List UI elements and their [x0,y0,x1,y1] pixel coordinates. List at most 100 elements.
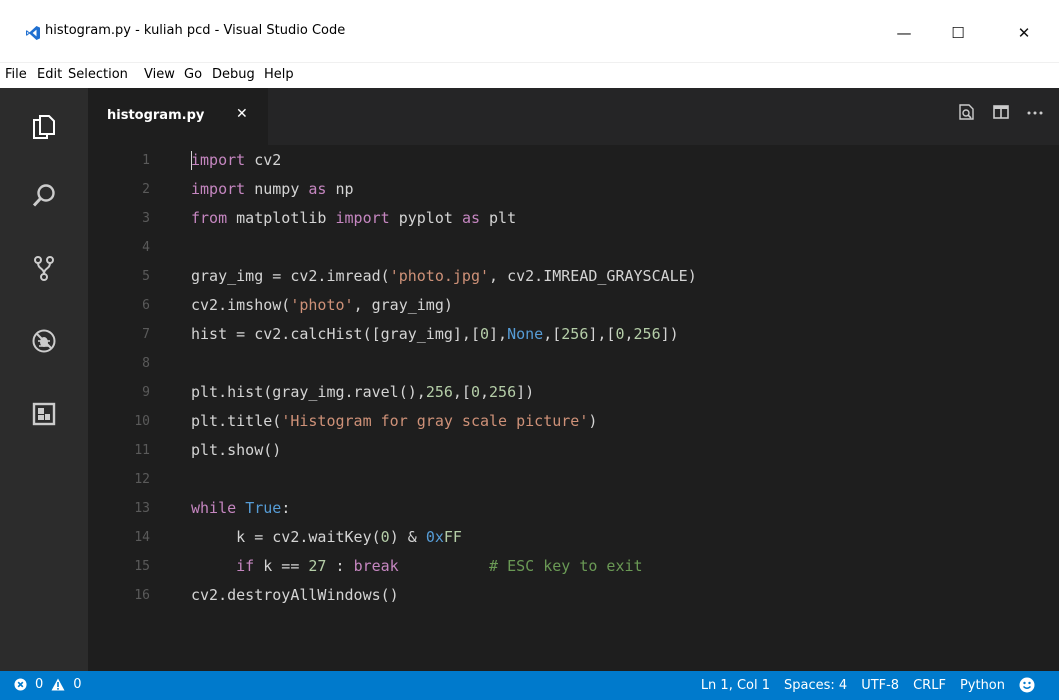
cursor-position[interactable]: Ln 1, Col 1 [701,678,770,693]
code-token: plt.show() [191,441,282,459]
files-icon[interactable] [24,106,64,146]
code-token: 256 [561,325,589,343]
line-number: 4 [142,240,150,255]
split-editor-icon[interactable] [991,102,1011,122]
code-line[interactable]: 13 while True: [88,494,1059,523]
code-token: # ESC key to exit [489,557,643,575]
code-line[interactable]: 9 plt.hist(gray_img.ravel(),256,[0,256]) [88,378,1059,407]
search-icon[interactable] [24,176,64,216]
more-actions-icon[interactable] [1025,102,1045,122]
line-number: 5 [142,269,150,284]
line-number: 6 [142,298,150,313]
code-line[interactable]: 2 import numpy as np [88,175,1059,204]
code-line[interactable]: 3 from matplotlib import pyplot as plt [88,204,1059,233]
code-text: plt.title('Histogram for gray scale pict… [191,407,597,436]
extensions-icon[interactable] [24,394,64,434]
status-bar: 0 0 Ln 1, Col 1 Spaces: 4 UTF-8 CRLF Pyt… [0,671,1059,700]
problems-status[interactable]: 0 0 [14,677,82,692]
editor-actions [957,102,1045,122]
debug-icon[interactable] [24,321,64,361]
code-line[interactable]: 12 [88,465,1059,494]
line-ending[interactable]: CRLF [913,678,946,693]
code-token: : [326,557,354,575]
code-token: plt.title( [191,412,282,430]
code-line[interactable]: 8 [88,349,1059,378]
code-token: pyplot [389,209,462,227]
menu-go[interactable]: Go [184,67,202,82]
tab-histogram-py[interactable]: histogram.py ✕ [88,88,268,145]
code-line[interactable]: 15 if k == 27 : break # ESC key to exit [88,552,1059,581]
feedback-smiley-icon[interactable] [1019,677,1035,693]
code-text: k = cv2.waitKey(0) & 0xFF [191,523,462,552]
code-text: import numpy as np [191,175,354,204]
code-token: 'photo.jpg' [389,267,490,285]
code-line[interactable]: 14 k = cv2.waitKey(0) & 0xFF [88,523,1059,552]
tab-label: histogram.py [107,108,205,123]
menu-file[interactable]: File [5,67,27,82]
code-line[interactable]: 6 cv2.imshow('photo', gray_img) [88,291,1059,320]
code-token: cv2.destroyAllWindows() [191,586,399,604]
code-line[interactable]: 1 import cv2 [88,146,1059,175]
code-token: from [191,209,228,227]
line-number: 7 [142,327,150,342]
menu-view[interactable]: View [144,67,175,82]
code-line[interactable]: 16 cv2.destroyAllWindows() [88,581,1059,610]
code-text: while True: [191,494,290,523]
line-number: 2 [142,182,150,197]
code-token: k == [254,557,309,575]
code-token: 'Histogram for gray scale picture' [281,412,589,430]
status-right: Ln 1, Col 1 Spaces: 4 UTF-8 CRLF Python [701,677,1035,693]
code-line[interactable]: 5 gray_img = cv2.imread('photo.jpg', cv2.… [88,262,1059,291]
code-token: 27 [308,557,327,575]
line-number: 9 [142,385,150,400]
encoding[interactable]: UTF-8 [861,678,899,693]
code-line[interactable]: 10 plt.title('Histogram for gray scale pi… [88,407,1059,436]
line-number: 16 [134,588,150,603]
menu-help[interactable]: Help [264,67,294,82]
line-number: 1 [142,153,150,168]
code-line[interactable]: 11 plt.show() [88,436,1059,465]
code-token: gray_img = cv2.imread( [191,267,390,285]
close-tab-icon[interactable]: ✕ [236,106,248,122]
maximize-button[interactable]: ☐ [938,15,978,51]
source-control-icon[interactable] [24,248,64,288]
menu-selection[interactable]: Selection [68,67,128,82]
code-token: ], [489,325,508,343]
error-icon [14,678,27,691]
code-line[interactable]: 7 hist = cv2.calcHist([gray_img],[0],None… [88,320,1059,349]
line-number: 10 [134,414,150,429]
code-token: cv2.imshow( [191,296,291,314]
menu-edit[interactable]: Edit [37,67,62,82]
title-bar: histogram.py - kuliah pcd - Visual Studi… [0,0,1059,62]
open-preview-icon[interactable] [957,102,977,122]
code-text: if k == 27 : break # ESC key to exit [191,552,643,581]
error-count: 0 [35,677,44,692]
indentation[interactable]: Spaces: 4 [784,678,847,693]
code-line[interactable]: 4 [88,233,1059,262]
line-number: 12 [134,472,150,487]
close-button[interactable]: ✕ [1004,15,1044,51]
menu-debug[interactable]: Debug [212,67,255,82]
code-token: 0 [380,528,390,546]
code-token: , [624,325,634,343]
language-mode[interactable]: Python [960,678,1005,693]
code-token: , [480,383,490,401]
code-token: plt [480,209,517,227]
tab-bar: histogram.py ✕ [88,88,1059,145]
line-number: 15 [134,559,150,574]
minimize-button[interactable]: — [884,15,924,51]
code-token: import [335,209,390,227]
code-token: , gray_img) [353,296,453,314]
code-token: ],[ [588,325,616,343]
code-token: matplotlib [227,209,336,227]
text-cursor [191,151,192,170]
code-token: ) & [389,528,426,546]
code-token: ,[ [543,325,562,343]
code-token: numpy [245,180,309,198]
menu-bar: File Edit Selection View Go Debug Help [0,62,1059,89]
code-editor[interactable]: 1 import cv2 2 import numpy as np 3 from matp… [88,145,1059,671]
code-token: 0x [425,528,444,546]
code-text: hist = cv2.calcHist([gray_img],[0],None,… [191,320,679,349]
code-text: cv2.imshow('photo', gray_img) [191,291,453,320]
